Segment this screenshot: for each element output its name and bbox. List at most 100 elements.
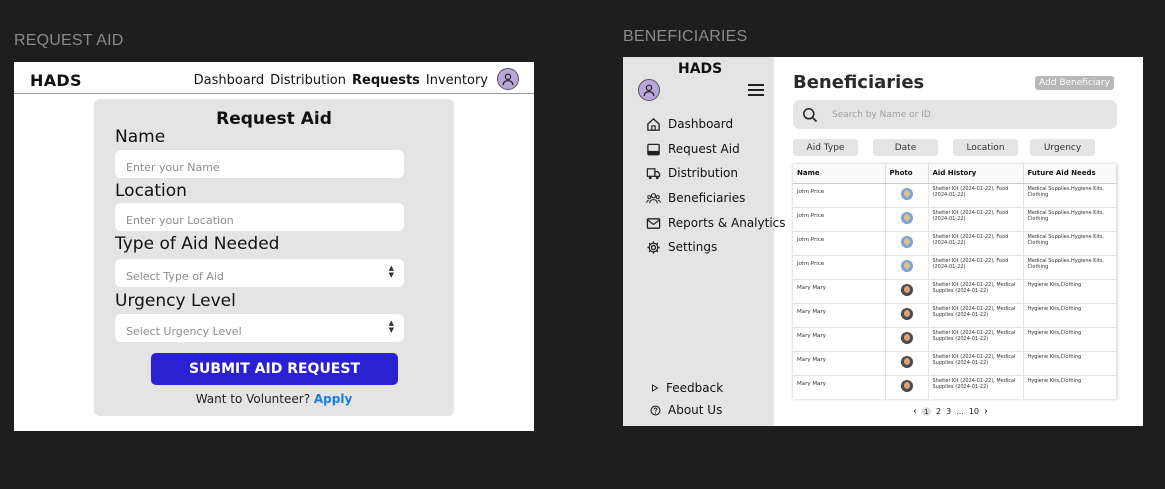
aid-type-select[interactable]: Select Type of Aid ▲ ▼ — [115, 259, 404, 287]
cell-aid-history: Shelter Kit (2024-01-22), Medical Suppli… — [928, 351, 1024, 376]
beneficiary-photo[interactable] — [900, 260, 913, 272]
page-link[interactable]: 3 — [946, 407, 951, 416]
cell-aid-history: Shelter Kit (2024-01-22), Medical Suppli… — [928, 279, 1024, 304]
chevron-left-icon[interactable]: ‹ — [913, 406, 917, 417]
filter-location[interactable]: Location — [953, 139, 1018, 156]
urgency-label: Urgency Level — [115, 291, 236, 311]
beneficiary-photo[interactable] — [900, 308, 913, 320]
cell-photo — [885, 279, 929, 304]
aid-type-placeholder: Select Type of Aid — [126, 270, 224, 283]
sidebar-item-beneficiaries[interactable]: Beneficiaries — [645, 190, 745, 206]
sidebar-item-about[interactable]: About Us — [649, 402, 722, 418]
beneficiary-photo[interactable] — [900, 284, 913, 296]
location-input[interactable]: Enter your Location — [115, 203, 404, 231]
cell-aid-history: Shelter Kit (2024-01-22), Food (2024-01-… — [928, 183, 1024, 208]
select-spinner-icon: ▲ ▼ — [388, 319, 394, 334]
cell-photo — [885, 375, 929, 399]
beneficiary-photo[interactable] — [900, 188, 913, 200]
form-title: Request Aid — [216, 109, 332, 129]
sidebar-item-label: Distribution — [668, 166, 739, 180]
user-avatar[interactable] — [497, 68, 519, 90]
cell-photo — [885, 255, 929, 280]
page-link-last[interactable]: 10 — [969, 407, 979, 416]
sidebar-item-label: Feedback — [666, 381, 724, 395]
beneficiary-photo[interactable] — [900, 356, 913, 368]
request-aid-form: Request Aid Name Enter your Name Locatio… — [94, 99, 454, 416]
cell-future-needs: Medical Supplies,Hygiene Kits, Clothing — [1023, 255, 1117, 280]
cell-future-needs: Hygiene Kits,Clothing — [1023, 327, 1117, 352]
main-nav: Dashboard Distribution Requests Inventor… — [194, 73, 488, 88]
brand-logo[interactable]: HADS — [678, 61, 722, 77]
column-header-photo[interactable]: Photo — [885, 164, 929, 184]
name-input[interactable]: Enter your Name — [115, 150, 404, 178]
hamburger-menu-icon[interactable] — [748, 84, 764, 96]
filter-date[interactable]: Date — [873, 139, 938, 156]
table-row[interactable]: John Price Shelter Kit (2024-01-22), Food… — [793, 207, 1117, 232]
filter-aid-type[interactable]: Aid Type — [793, 139, 858, 156]
sidebar-item-distribution[interactable]: Distribution — [645, 165, 738, 181]
column-header-future-needs[interactable]: Future Aid Needs — [1023, 164, 1117, 184]
table-row[interactable]: John Price Shelter Kit (2024-01-22), Food… — [793, 255, 1117, 280]
sidebar-item-label: Beneficiaries — [668, 191, 746, 205]
chevron-right-icon[interactable]: › — [984, 406, 988, 417]
table-row[interactable]: Mary Mary Shelter Kit (2024-01-22), Medic… — [793, 303, 1117, 328]
beneficiary-photo[interactable] — [900, 236, 913, 248]
aid-type-label: Type of Aid Needed — [115, 234, 280, 254]
user-avatar[interactable] — [638, 79, 660, 101]
filter-urgency[interactable]: Urgency — [1030, 139, 1095, 156]
brand-logo[interactable]: HADS — [30, 71, 82, 90]
cell-photo — [885, 231, 929, 256]
sidebar-item-label: Settings — [668, 240, 718, 254]
beneficiary-photo[interactable] — [900, 212, 913, 224]
search-icon — [803, 107, 818, 122]
nav-requests[interactable]: Requests — [352, 73, 420, 88]
cell-name: Mary Mary — [793, 303, 886, 328]
search-bar[interactable]: Search by Name or ID — [793, 100, 1117, 129]
urgency-select[interactable]: Select Urgency Level ▲ ▼ — [115, 314, 404, 342]
submit-aid-request-button[interactable]: SUBMIT AID REQUEST — [151, 353, 398, 385]
cell-aid-history: Shelter Kit (2024-01-22), Food (2024-01-… — [928, 255, 1024, 280]
select-spinner-icon: ▲ ▼ — [388, 264, 394, 279]
sidebar-item-dashboard[interactable]: Dashboard — [645, 116, 733, 132]
sidebar-item-settings[interactable]: Settings — [645, 239, 717, 255]
column-header-name[interactable]: Name — [793, 164, 886, 184]
page-link[interactable]: 2 — [936, 407, 941, 416]
cell-photo — [885, 351, 929, 376]
apply-link[interactable]: Apply — [314, 392, 352, 406]
table-row[interactable]: Mary Mary Shelter Kit (2024-01-22), Medic… — [793, 375, 1117, 399]
search-input[interactable]: Search by Name or ID — [832, 110, 931, 120]
sidebar-item-reports[interactable]: Reports & Analytics — [645, 215, 786, 231]
cell-name: John Price — [793, 231, 886, 256]
cell-aid-history: Shelter Kit (2024-01-22), Medical Suppli… — [928, 327, 1024, 352]
cell-future-needs: Medical Supplies,Hygiene Kits, Clothing — [1023, 231, 1117, 256]
page-current[interactable]: 1 — [922, 407, 931, 416]
truck-icon — [645, 165, 661, 181]
urgency-placeholder: Select Urgency Level — [126, 325, 242, 338]
table-row[interactable]: John Price Shelter Kit (2024-01-22), Food… — [793, 183, 1117, 208]
cell-name: Mary Mary — [793, 375, 886, 399]
users-icon — [645, 190, 661, 206]
table-header-row: Name Photo Aid History Future Aid Needs — [793, 164, 1117, 184]
add-beneficiary-button[interactable]: Add Beneficiary — [1035, 76, 1114, 90]
table-row[interactable]: Mary Mary Shelter Kit (2024-01-22), Medic… — [793, 351, 1117, 376]
nav-distribution[interactable]: Distribution — [270, 73, 346, 88]
cell-name: John Price — [793, 255, 886, 280]
sidebar-item-label: About Us — [668, 403, 723, 417]
nav-inventory[interactable]: Inventory — [426, 73, 488, 88]
beneficiary-photo[interactable] — [900, 380, 913, 392]
user-icon — [643, 84, 655, 97]
table-row[interactable]: Mary Mary Shelter Kit (2024-01-22), Medic… — [793, 279, 1117, 304]
frame-label-request-aid: REQUEST AID — [14, 32, 124, 49]
table-body: John Price Shelter Kit (2024-01-22), Food… — [793, 183, 1117, 399]
sidebar-item-feedback[interactable]: Feedback — [651, 380, 723, 396]
gear-icon — [645, 239, 661, 255]
cell-aid-history: Shelter Kit (2024-01-22), Medical Suppli… — [928, 303, 1024, 328]
table-row[interactable]: John Price Shelter Kit (2024-01-22), Food… — [793, 231, 1117, 256]
sidebar-item-request-aid[interactable]: Request Aid — [645, 141, 740, 157]
column-header-aid-history[interactable]: Aid History — [928, 164, 1024, 184]
table-row[interactable]: Mary Mary Shelter Kit (2024-01-22), Medic… — [793, 327, 1117, 352]
pagination: ‹ 1 2 3 ... 10 › — [913, 406, 988, 417]
volunteer-text: Want to Volunteer? — [195, 392, 311, 406]
beneficiary-photo[interactable] — [900, 332, 913, 344]
nav-dashboard[interactable]: Dashboard — [194, 73, 265, 88]
